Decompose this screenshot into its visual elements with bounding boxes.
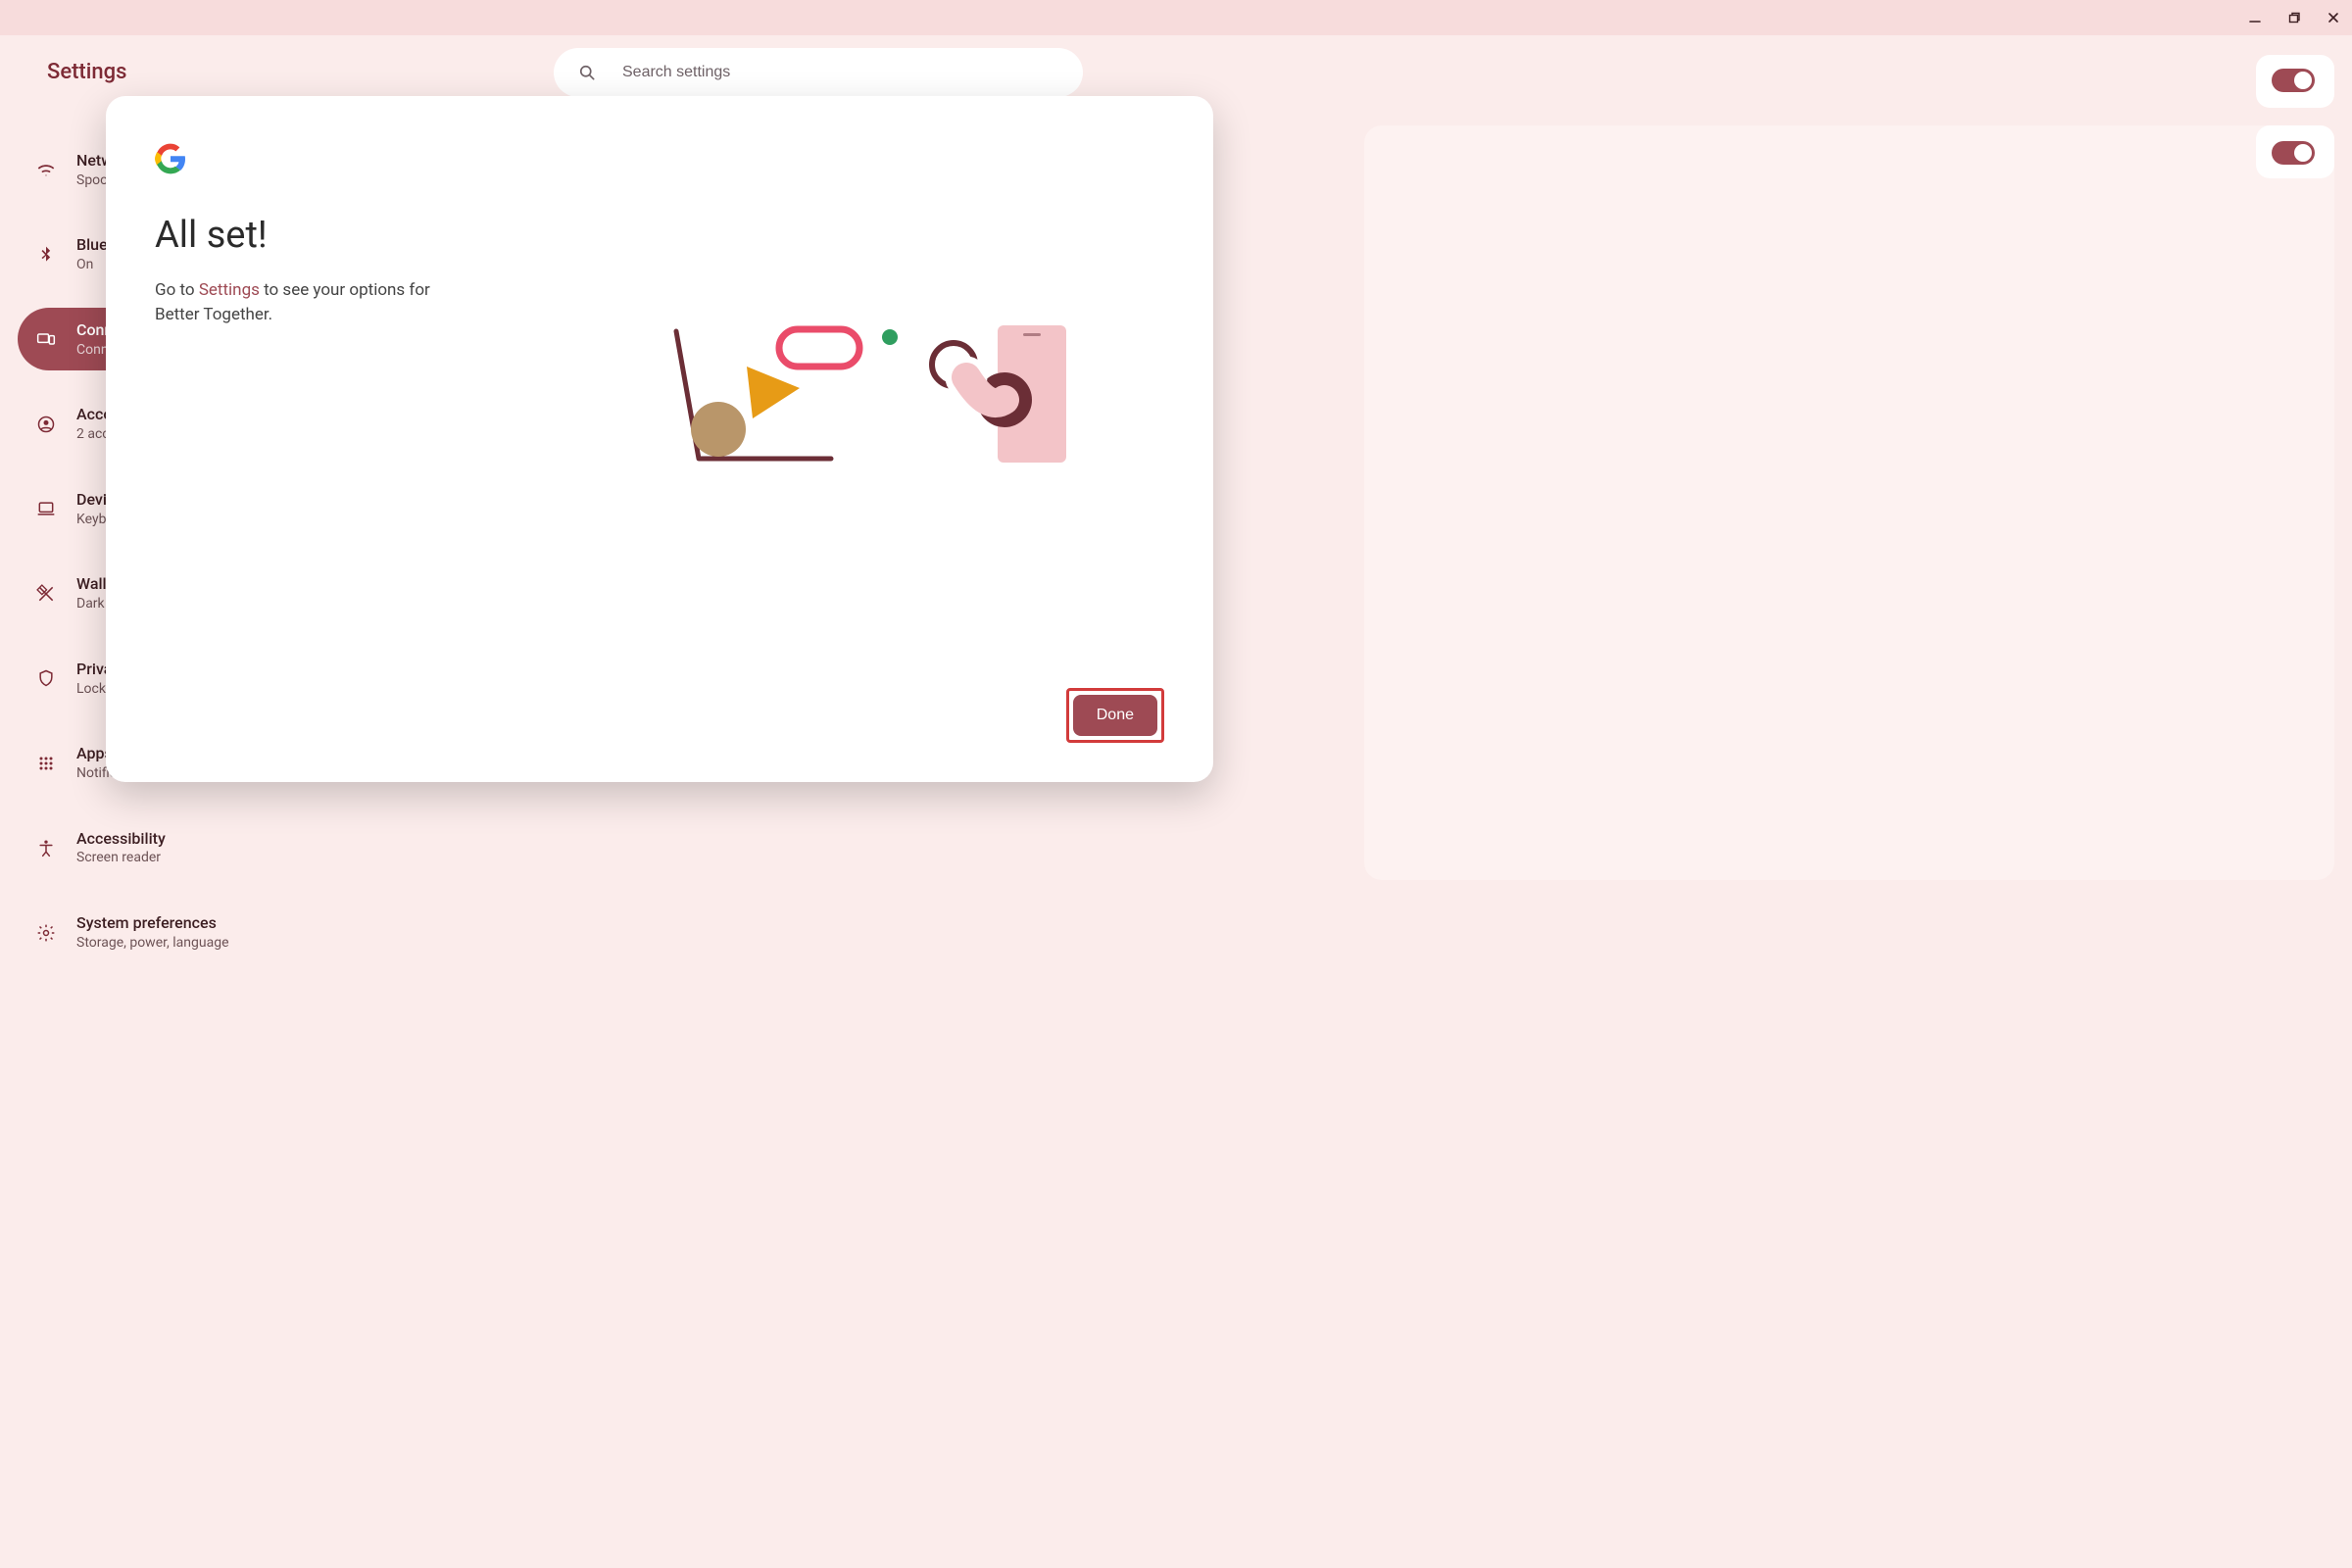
close-icon: [2327, 11, 2340, 24]
done-button-highlight: Done: [1066, 688, 1164, 743]
sidebar-item-label: Accessibility: [76, 828, 166, 850]
bt-icon: [35, 244, 57, 266]
grid-icon: [35, 753, 57, 774]
sidebar-item-label: System preferences: [76, 912, 229, 934]
gear-icon: [35, 922, 57, 944]
toggle-switch[interactable]: [2272, 141, 2315, 165]
minimize-icon: [2248, 11, 2262, 24]
sidebar-item-access[interactable]: AccessibilityScreen reader: [18, 816, 333, 879]
restore-icon: [2287, 11, 2301, 24]
sidebar-item-sub: Screen reader: [76, 849, 166, 867]
settings-content-panel: [1364, 125, 2334, 880]
illustration: [655, 323, 1066, 480]
window-minimize-button[interactable]: [2246, 9, 2264, 26]
sidebar-item-sub: Storage, power, language: [76, 934, 229, 953]
page-title: Settings: [47, 60, 126, 84]
dialog-body: Go to Settings to see your options for B…: [155, 278, 478, 326]
sidebar-item-gear[interactable]: System preferencesStorage, power, langua…: [18, 901, 333, 963]
search-input[interactable]: [622, 64, 1059, 81]
toggle-switch[interactable]: [2272, 69, 2315, 92]
wifi-icon: [35, 159, 57, 180]
window-restore-button[interactable]: [2285, 9, 2303, 26]
dialog-body-prefix: Go to: [155, 280, 199, 300]
window-titlebar: [0, 0, 2352, 35]
laptop-icon: [35, 498, 57, 519]
all-set-dialog: All set! Go to Settings to see your opti…: [106, 96, 1213, 782]
account-icon: [35, 414, 57, 435]
dialog-title: All set!: [155, 214, 1164, 257]
devices-icon: [35, 328, 57, 350]
google-logo-icon: [155, 143, 186, 174]
search-field[interactable]: [554, 48, 1083, 97]
window-close-button[interactable]: [2325, 9, 2342, 26]
search-icon: [577, 63, 597, 82]
ruler-icon: [35, 583, 57, 605]
shield-icon: [35, 667, 57, 689]
done-button[interactable]: Done: [1073, 695, 1157, 736]
access-icon: [35, 837, 57, 858]
settings-link[interactable]: Settings: [199, 280, 260, 300]
